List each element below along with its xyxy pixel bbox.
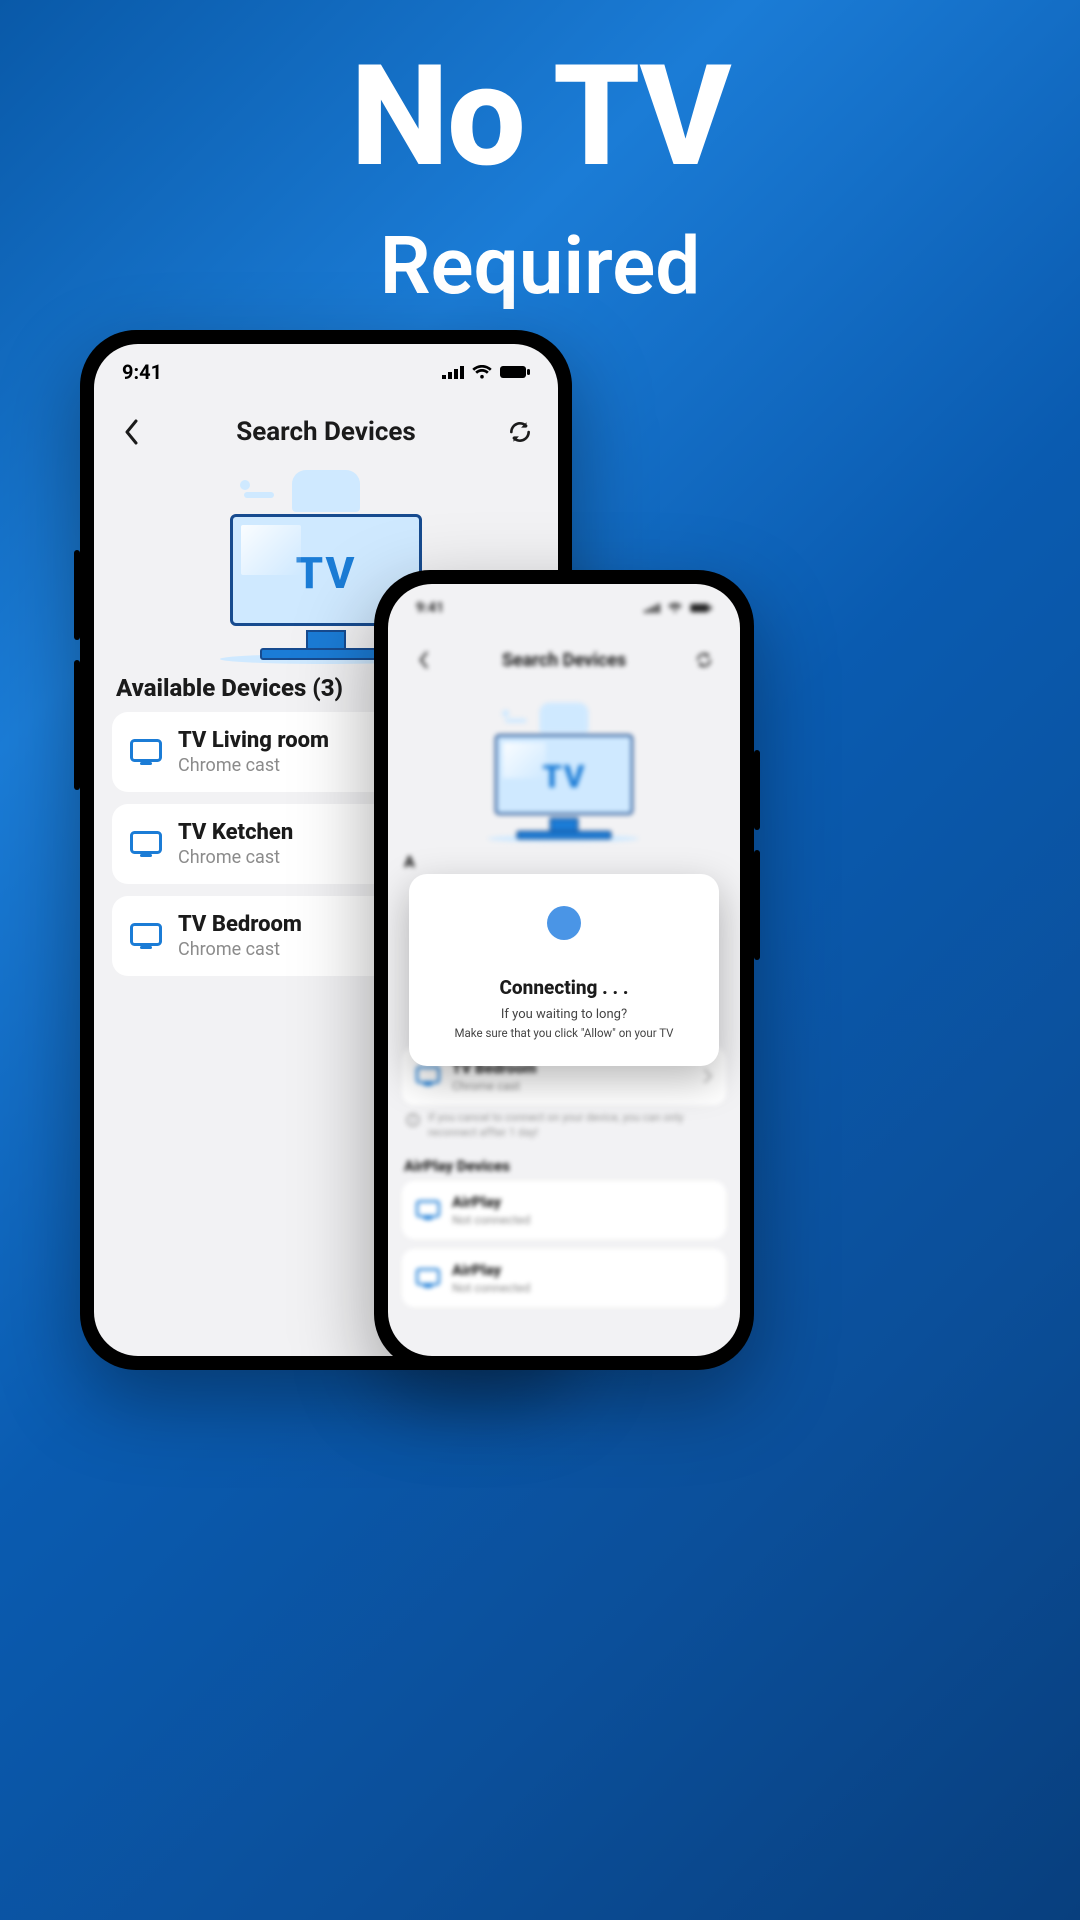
warning-note: If you cancel to connect on your device,… — [388, 1105, 740, 1151]
device-subtitle: Chrome cast — [178, 939, 302, 960]
tv-illustration-label: TV — [497, 758, 631, 795]
back-button[interactable] — [408, 644, 440, 676]
cast-icon — [130, 831, 162, 857]
airplay-devices-heading: AirPlay Devices — [388, 1151, 740, 1181]
refresh-icon — [695, 651, 713, 669]
device-row[interactable]: AirPlay Not connected — [402, 1249, 726, 1307]
cellular-icon — [644, 603, 660, 613]
status-time: 9:41 — [122, 360, 162, 384]
modal-hint: Make sure that you click "Allow" on your… — [423, 1026, 705, 1040]
back-button[interactable] — [116, 416, 148, 448]
connecting-modal: Connecting . . . If you waiting to long?… — [409, 874, 719, 1066]
promo-headline: No TV Required — [0, 35, 1080, 313]
refresh-button[interactable] — [688, 644, 720, 676]
device-name: AirPlay — [452, 1193, 530, 1211]
top-bar: Search Devices — [94, 390, 558, 464]
headline-line-2: Required — [0, 219, 1080, 313]
chevron-left-icon — [418, 651, 430, 669]
warning-note-text: If you cancel to connect on your device,… — [428, 1111, 722, 1141]
phone-mockup-right: 9:41 Search Devices — [374, 570, 754, 1370]
status-bar: 9:41 — [94, 344, 558, 390]
chevron-right-icon — [704, 1069, 712, 1083]
info-icon — [406, 1113, 420, 1127]
battery-icon — [500, 365, 530, 379]
page-title: Search Devices — [236, 417, 416, 447]
status-time: 9:41 — [416, 600, 444, 616]
modal-subtitle: If you waiting to long? — [423, 1007, 705, 1022]
chevron-left-icon — [123, 419, 141, 445]
refresh-icon — [507, 419, 533, 445]
cast-icon — [130, 923, 162, 949]
wifi-icon — [668, 603, 682, 613]
airplay-list: AirPlay Not connected AirPlay Not connec… — [388, 1181, 740, 1307]
device-subtitle: Not connected — [452, 1213, 530, 1227]
device-name: TV Bedroom — [178, 912, 302, 937]
device-subtitle: Chrome cast — [452, 1079, 537, 1093]
cast-icon — [130, 739, 162, 765]
top-bar: Search Devices — [388, 622, 740, 690]
status-bar: 9:41 — [388, 584, 740, 622]
device-name: TV Ketchen — [178, 820, 293, 845]
tv-illustration: TV — [437, 703, 690, 840]
battery-icon — [690, 603, 712, 613]
modal-title: Connecting . . . — [423, 976, 705, 999]
cellular-icon — [442, 365, 464, 379]
headline-line-1: No TV — [0, 35, 1080, 199]
device-row[interactable]: AirPlay Not connected — [402, 1181, 726, 1239]
status-icons — [442, 365, 530, 379]
device-subtitle: Chrome cast — [178, 755, 329, 776]
refresh-button[interactable] — [504, 416, 536, 448]
cast-icon — [416, 1200, 440, 1220]
wifi-icon — [472, 365, 492, 379]
device-subtitle: Not connected — [452, 1281, 530, 1295]
cast-icon — [416, 1066, 440, 1086]
device-name: TV Living room — [178, 728, 329, 753]
loading-dot-icon — [547, 906, 581, 940]
cast-icon — [416, 1268, 440, 1288]
page-title: Search Devices — [502, 650, 626, 671]
device-subtitle: Chrome cast — [178, 847, 293, 868]
status-icons — [644, 603, 712, 613]
device-name: AirPlay — [452, 1261, 530, 1279]
